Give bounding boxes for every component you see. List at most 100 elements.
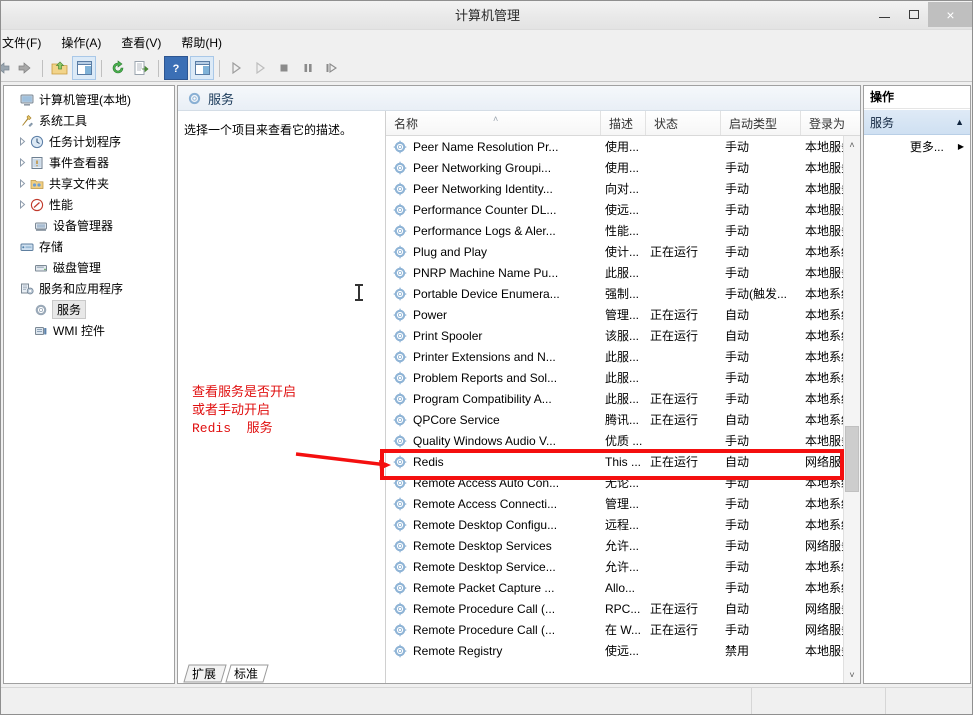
- service-row[interactable]: Remote Packet Capture ... Allo... 手动 本地系统: [386, 577, 860, 598]
- twisty-collapsed-icon[interactable]: [16, 156, 29, 169]
- tree-node-performance[interactable]: 性能: [4, 194, 174, 215]
- service-row[interactable]: Remote Procedure Call (... 在 W... 正在运行 手动 网络…: [386, 619, 860, 640]
- cell-text: 手动: [725, 434, 750, 448]
- back-button[interactable]: [1, 57, 13, 79]
- column-log-on-as-label: 登录为: [809, 116, 846, 131]
- status-cell-main: [1, 688, 753, 714]
- service-row[interactable]: Power 管理... 正在运行 自动 本地系统: [386, 304, 860, 325]
- tree-node-shared-folders[interactable]: 共享文件夹: [4, 173, 174, 194]
- tab-standard[interactable]: 标准: [223, 664, 269, 683]
- menu-view[interactable]: 查看(V): [111, 31, 171, 54]
- service-row[interactable]: Peer Networking Groupi... 使用... 手动 本地服务: [386, 157, 860, 178]
- tree-node-system-tools[interactable]: 系统工具: [4, 110, 174, 131]
- twisty-collapsed-icon[interactable]: [16, 135, 29, 148]
- tree-node-device-manager[interactable]: 设备管理器: [4, 215, 174, 236]
- service-row[interactable]: Redis This ... 正在运行 自动 网络服务: [386, 451, 860, 472]
- menu-action[interactable]: 操作(A): [51, 31, 111, 54]
- service-row[interactable]: QPCore Service 腾讯... 正在运行 自动 本地系统: [386, 409, 860, 430]
- minimize-button[interactable]: [870, 4, 899, 25]
- tree-node-services[interactable]: 服务: [4, 299, 174, 320]
- tree-node-task-scheduler[interactable]: 任务计划程序: [4, 131, 174, 152]
- cell-name: Remote Procedure Call (...: [386, 622, 601, 638]
- tools-icon: [19, 113, 35, 129]
- toolbar-separator: [101, 59, 102, 77]
- cell-text: Peer Networking Identity...: [413, 181, 553, 196]
- cell-name: Peer Networking Groupi...: [386, 160, 601, 176]
- actions-more[interactable]: 更多... ▶: [864, 135, 970, 157]
- export-list-button[interactable]: [131, 57, 153, 79]
- menu-file[interactable]: 文件(F): [1, 31, 51, 54]
- start-service-button[interactable]: [225, 57, 247, 79]
- up-one-level-button[interactable]: [48, 57, 70, 79]
- service-row[interactable]: Quality Windows Audio V... 优质 ... 手动 本地服务: [386, 430, 860, 451]
- cell-text: Plug and Play: [413, 244, 488, 259]
- service-row[interactable]: Performance Logs & Aler... 性能... 手动 本地服务: [386, 220, 860, 241]
- arrow-left-icon: [1, 62, 10, 74]
- service-row[interactable]: Remote Desktop Configu... 远程... 手动 本地系统: [386, 514, 860, 535]
- tree-node-label: 事件查看器: [49, 156, 110, 170]
- service-gear-icon: [392, 496, 408, 512]
- tree-node-services-and-applications[interactable]: 服务和应用程序: [4, 278, 174, 299]
- help-button[interactable]: ?: [164, 56, 188, 80]
- service-row[interactable]: Remote Registry 使远... 禁用 本地服务: [386, 640, 860, 661]
- cell-text: 该服...: [605, 329, 640, 343]
- service-description-text: 选择一个项目来查看它的描述。: [184, 123, 353, 137]
- properties-button[interactable]: [190, 56, 214, 80]
- gear-icon: [33, 302, 49, 318]
- maximize-button[interactable]: [899, 4, 928, 25]
- tree-node-event-viewer[interactable]: 事件查看器: [4, 152, 174, 173]
- service-row[interactable]: Remote Access Auto Con... 无论... 手动 本地系统: [386, 472, 860, 493]
- list-vertical-scrollbar[interactable]: ˄ ˅: [843, 136, 860, 683]
- service-row[interactable]: PNRP Machine Name Pu... 此服... 手动 本地服务: [386, 262, 860, 283]
- services-list[interactable]: 名称 ˄ 描述 状态 启动类型 登录为 Peer Name Resolution Pr..…: [385, 111, 860, 683]
- scroll-thumb[interactable]: [845, 426, 859, 492]
- service-row[interactable]: Peer Networking Identity... 向对... 手动 本地服务: [386, 178, 860, 199]
- column-status[interactable]: 状态: [646, 111, 721, 135]
- resume-service-button[interactable]: [249, 57, 271, 79]
- show-hide-tree-button[interactable]: [72, 56, 96, 80]
- column-log-on-as[interactable]: 登录为: [801, 111, 860, 135]
- cell-text: 手动: [725, 140, 750, 154]
- cell-text: 优质 ...: [605, 434, 643, 448]
- service-row[interactable]: Performance Counter DL... 使远... 手动 本地服务: [386, 199, 860, 220]
- tree-node-computer-management[interactable]: 计算机管理(本地): [4, 89, 174, 110]
- cell-start: 手动: [721, 369, 801, 386]
- chevron-up-icon[interactable]: ▲: [955, 117, 964, 127]
- column-name[interactable]: 名称 ˄: [386, 111, 601, 135]
- service-row[interactable]: Remote Procedure Call (... RPC... 正在运行 自动 网络…: [386, 598, 860, 619]
- toolbar-separator: [158, 59, 159, 77]
- refresh-button[interactable]: [107, 57, 129, 79]
- tab-extended[interactable]: 扩展: [181, 664, 227, 683]
- service-row[interactable]: Remote Access Connecti... 管理... 手动 本地系统: [386, 493, 860, 514]
- tree-node-disk-management[interactable]: 磁盘管理: [4, 257, 174, 278]
- twisty-collapsed-icon[interactable]: [16, 177, 29, 190]
- stop-service-button[interactable]: [273, 57, 295, 79]
- actions-group-services[interactable]: 服务 ▲: [864, 109, 970, 135]
- twisty-collapsed-icon[interactable]: [16, 198, 29, 211]
- restart-service-button[interactable]: [321, 57, 343, 79]
- scroll-up-button[interactable]: ˄: [844, 136, 860, 153]
- service-row[interactable]: Program Compatibility A... 此服... 正在运行 手动 本地系…: [386, 388, 860, 409]
- service-gear-icon: [392, 454, 408, 470]
- cell-text: Quality Windows Audio V...: [413, 433, 556, 448]
- title-bar: 计算机管理 ×: [1, 1, 972, 30]
- service-row[interactable]: Remote Desktop Service... 允许... 手动 本地系统: [386, 556, 860, 577]
- service-row[interactable]: Portable Device Enumera... 强制... 手动(触发... 本…: [386, 283, 860, 304]
- column-description[interactable]: 描述: [601, 111, 646, 135]
- service-row[interactable]: Printer Extensions and N... 此服... 手动 本地系统: [386, 346, 860, 367]
- forward-button[interactable]: [15, 57, 37, 79]
- tree-node-storage[interactable]: 存储: [4, 236, 174, 257]
- service-row[interactable]: Print Spooler 该服... 正在运行 自动 本地系统: [386, 325, 860, 346]
- actions-group-label: 服务: [870, 115, 895, 130]
- service-row[interactable]: Plug and Play 使计... 正在运行 手动 本地系统: [386, 241, 860, 262]
- close-button[interactable]: ×: [928, 2, 972, 27]
- service-row[interactable]: Peer Name Resolution Pr... 使用... 手动 本地服务: [386, 136, 860, 157]
- service-row[interactable]: Problem Reports and Sol... 此服... 手动 本地系统: [386, 367, 860, 388]
- pause-service-button[interactable]: [297, 57, 319, 79]
- cell-desc: 使用...: [601, 159, 646, 176]
- menu-help[interactable]: 帮助(H): [171, 31, 232, 54]
- column-startup-type[interactable]: 启动类型: [721, 111, 801, 135]
- computer-icon: [19, 92, 35, 108]
- service-row[interactable]: Remote Desktop Services 允许... 手动 网络服务: [386, 535, 860, 556]
- tree-node-wmi-control[interactable]: WMI 控件: [4, 320, 174, 341]
